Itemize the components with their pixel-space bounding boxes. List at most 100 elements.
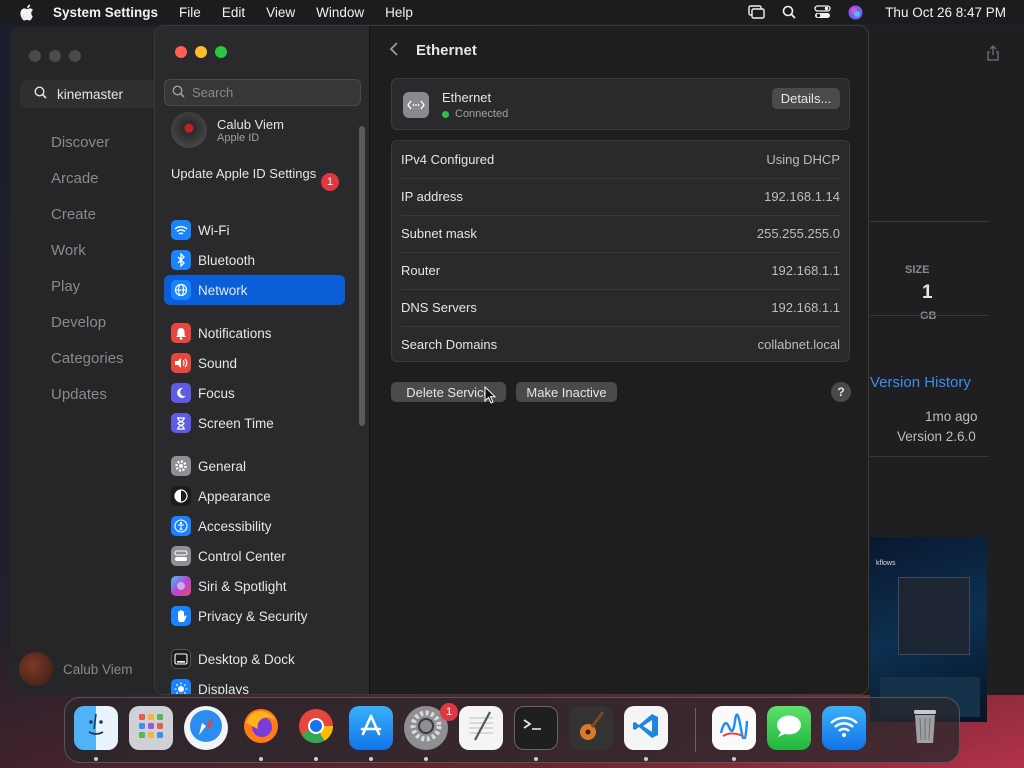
apple-id-account[interactable]: Calub Viem Apple ID <box>171 112 284 148</box>
screenshot-panel <box>898 577 970 655</box>
status-dot <box>442 110 449 118</box>
back-chevron-icon[interactable] <box>389 41 399 60</box>
minimize-window-button[interactable] <box>195 46 207 58</box>
appearance-icon <box>171 486 191 506</box>
control-center-icon[interactable] <box>813 4 831 20</box>
dock-launchpad[interactable] <box>129 706 173 750</box>
sidebar-item-wifi[interactable]: Wi-Fi <box>164 215 345 245</box>
dock <box>64 697 960 763</box>
dock-vscode[interactable] <box>624 706 668 750</box>
app-screenshot-preview[interactable]: kflows <box>870 537 987 722</box>
network-info-table: IPv4 Configured Using DHCP IP address 19… <box>391 140 850 362</box>
row-value: Using DHCP <box>766 152 840 167</box>
sidebar-item-screen-time[interactable]: Screen Time <box>164 408 345 438</box>
app-store-search-field[interactable]: kinemaster <box>20 80 160 108</box>
sidebar-item-label: Privacy & Security <box>198 608 308 624</box>
sidebar-item-notifications[interactable]: Notifications <box>164 318 345 348</box>
sidebar-item-privacy-security[interactable]: Privacy & Security <box>164 601 345 631</box>
row-key: DNS Servers <box>401 300 477 315</box>
info-row-dns-servers: DNS Servers 192.168.1.1 <box>392 289 849 326</box>
sidebar-scrollbar[interactable] <box>359 126 365 426</box>
nav-play[interactable]: Play <box>51 278 124 314</box>
dock-terminal[interactable] <box>514 706 558 750</box>
sidebar-item-desktop-dock[interactable]: Desktop & Dock <box>164 644 345 674</box>
nav-develop[interactable]: Develop <box>51 314 124 350</box>
dock-chrome[interactable] <box>294 706 338 750</box>
dock-messages[interactable] <box>767 706 811 750</box>
row-key: Search Domains <box>401 337 498 352</box>
row-key: IPv4 Configured <box>401 152 495 167</box>
settings-search-input[interactable] <box>192 85 352 100</box>
window-traffic-lights <box>175 46 227 58</box>
row-key: Subnet mask <box>401 226 477 241</box>
running-indicator <box>534 757 538 761</box>
dock-freeform[interactable] <box>712 706 756 750</box>
dock-finder[interactable] <box>74 706 118 750</box>
sidebar-item-label: Siri & Spotlight <box>198 578 287 594</box>
dock-safari[interactable] <box>184 706 228 750</box>
sidebar-item-network[interactable]: Network <box>164 275 345 305</box>
close-window-button[interactable] <box>175 46 187 58</box>
menu-clock[interactable]: Thu Oct 26 8:47 PM <box>885 5 1006 20</box>
screen-mirroring-icon[interactable] <box>747 4 765 20</box>
menu-window[interactable]: Window <box>316 5 364 20</box>
size-label: SIZE <box>905 264 930 276</box>
sidebar-item-general[interactable]: General <box>164 451 345 481</box>
zoom-window-button[interactable] <box>215 46 227 58</box>
dock-trash[interactable] <box>903 706 947 750</box>
menu-file[interactable]: File <box>179 5 201 20</box>
dock-textedit[interactable] <box>459 706 503 750</box>
dock-wireless-diagnostics[interactable] <box>822 706 866 750</box>
siri-icon <box>171 576 191 596</box>
dock-garageband[interactable] <box>569 706 613 750</box>
app-store-account[interactable]: Calub Viem <box>19 652 133 686</box>
version-history-link[interactable]: Version History <box>870 374 971 391</box>
nav-arcade[interactable]: Arcade <box>51 170 124 206</box>
sidebar-item-bluetooth[interactable]: Bluetooth <box>164 245 345 275</box>
share-icon[interactable] <box>986 45 1000 61</box>
sidebar-item-label: Control Center <box>198 548 286 564</box>
spotlight-search-icon[interactable] <box>780 4 798 20</box>
nav-create[interactable]: Create <box>51 206 124 242</box>
network-globe-icon <box>171 280 191 300</box>
guitar-icon <box>576 709 606 748</box>
app-version: Version 2.6.0 <box>897 429 976 444</box>
dock-app-store[interactable] <box>349 706 393 750</box>
info-row-search-domains: Search Domains collabnet.local <box>392 326 849 363</box>
sidebar-item-focus[interactable]: Focus <box>164 378 345 408</box>
nav-updates[interactable]: Updates <box>51 386 124 422</box>
gear-icon <box>171 456 191 476</box>
details-button[interactable]: Details... <box>772 88 840 109</box>
vscode-icon <box>631 711 661 746</box>
make-inactive-button[interactable]: Make Inactive <box>516 382 617 402</box>
menu-edit[interactable]: Edit <box>222 5 245 20</box>
sidebar-item-siri-spotlight[interactable]: Siri & Spotlight <box>164 571 345 601</box>
nav-work[interactable]: Work <box>51 242 124 278</box>
running-indicator <box>644 757 648 761</box>
sidebar-item-label: General <box>198 458 247 474</box>
running-indicator <box>732 757 736 761</box>
dock-firefox[interactable] <box>239 706 283 750</box>
menu-app-name[interactable]: System Settings <box>53 5 158 20</box>
menu-view[interactable]: View <box>266 5 295 20</box>
menu-help[interactable]: Help <box>385 5 413 20</box>
size-unit: GB <box>920 310 937 322</box>
sidebar-item-displays[interactable]: Displays <box>164 674 345 694</box>
update-apple-id-settings[interactable]: Update Apple ID Settings <box>171 166 341 182</box>
launchpad-grid-icon <box>136 711 166 746</box>
gear-icon <box>408 708 444 749</box>
sidebar-item-appearance[interactable]: Appearance <box>164 481 345 511</box>
sidebar-item-accessibility[interactable]: Accessibility <box>164 511 345 541</box>
apple-menu-icon[interactable] <box>19 0 37 24</box>
app-store-sidebar: kinemaster Discover Arcade Create Work P… <box>10 27 170 695</box>
interface-status: Connected <box>442 108 508 120</box>
help-button[interactable]: ? <box>831 382 851 402</box>
sidebar-item-sound[interactable]: Sound <box>164 348 345 378</box>
siri-icon[interactable] <box>846 4 864 20</box>
sidebar-item-control-center[interactable]: Control Center <box>164 541 345 571</box>
nav-categories[interactable]: Categories <box>51 350 124 386</box>
settings-search-field[interactable] <box>164 79 361 106</box>
nav-discover[interactable]: Discover <box>51 134 124 170</box>
screenshot-caption: kflows <box>876 560 896 567</box>
textedit-pen-icon <box>466 710 496 747</box>
